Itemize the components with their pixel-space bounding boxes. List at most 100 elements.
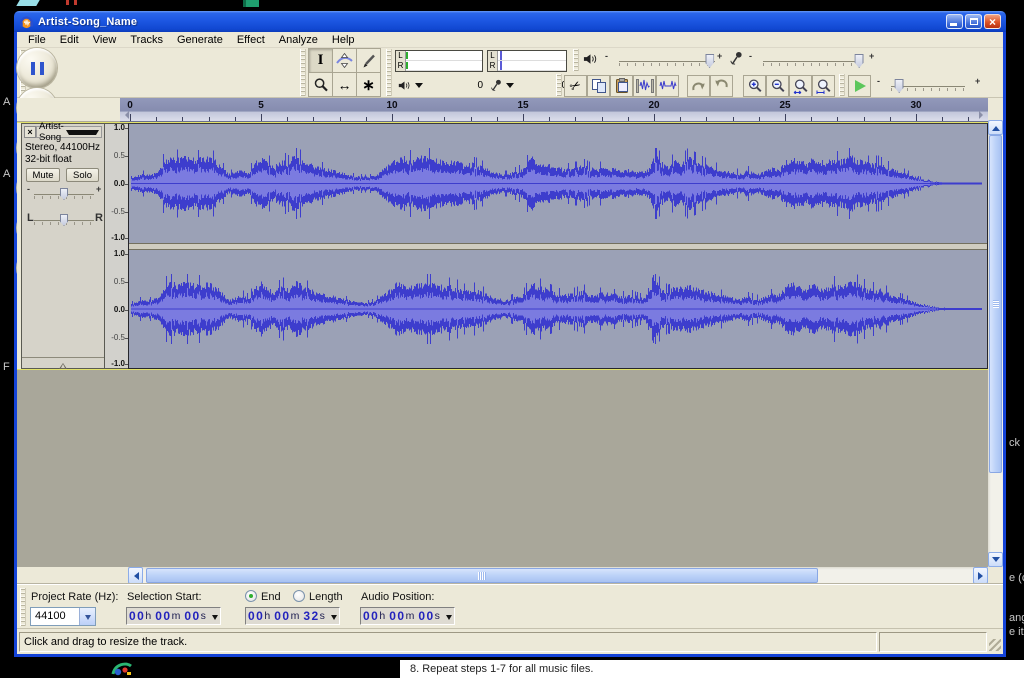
scroll-down-button[interactable] bbox=[988, 552, 1003, 567]
menu-view[interactable]: View bbox=[86, 33, 124, 47]
menu-help[interactable]: Help bbox=[325, 33, 362, 47]
silence-button[interactable] bbox=[656, 75, 679, 97]
cut-button[interactable]: ✂ bbox=[564, 75, 587, 97]
length-radio-label[interactable]: Length bbox=[309, 591, 343, 603]
timefield-dropdown-icon[interactable] bbox=[212, 615, 218, 623]
close-button[interactable]: × bbox=[984, 14, 1001, 29]
time-digit: 00 bbox=[129, 609, 145, 623]
paste-button[interactable] bbox=[610, 75, 633, 97]
timefield-dropdown-icon[interactable] bbox=[446, 615, 452, 623]
menu-generate[interactable]: Generate bbox=[170, 33, 230, 47]
output-level-meter[interactable]: L R bbox=[395, 50, 483, 72]
multi-tool-button[interactable]: ∗ bbox=[356, 72, 381, 97]
toolbar-grip[interactable] bbox=[386, 49, 392, 96]
project-rate-select[interactable]: 44100 bbox=[30, 607, 96, 626]
output-meter-controls: 0 bbox=[398, 75, 483, 95]
trim-button[interactable] bbox=[633, 75, 656, 97]
toolbar-grip[interactable] bbox=[839, 74, 845, 96]
timeline-label: 30 bbox=[906, 100, 926, 111]
selection-toolbar: Project Rate (Hz): 44100 Selection Start… bbox=[17, 584, 1003, 628]
timeline-ruler[interactable]: 051015202530 bbox=[120, 98, 988, 122]
zoom-out-button[interactable] bbox=[766, 75, 789, 97]
waveform-channel-left[interactable] bbox=[129, 124, 987, 243]
length-radio[interactable] bbox=[293, 590, 305, 602]
selection-end-field[interactable]: 00h00m32s bbox=[245, 607, 340, 625]
vertical-scrollbar[interactable] bbox=[988, 120, 1003, 567]
menu-tracks[interactable]: Tracks bbox=[123, 33, 170, 47]
copy-button[interactable] bbox=[587, 75, 610, 97]
minimize-button[interactable] bbox=[946, 14, 963, 29]
menu-edit[interactable]: Edit bbox=[53, 33, 86, 47]
toolbar-grip[interactable] bbox=[556, 74, 562, 96]
ruler-tick bbox=[837, 117, 838, 121]
time-digit: 00 bbox=[418, 609, 434, 623]
toolbar-grip[interactable] bbox=[300, 49, 306, 96]
track-pan-slider[interactable] bbox=[34, 212, 94, 228]
output-meter-dropdown-icon[interactable] bbox=[415, 83, 423, 92]
timefield-dropdown-icon[interactable] bbox=[331, 615, 337, 623]
end-radio[interactable] bbox=[245, 590, 257, 602]
toolbar-grip[interactable] bbox=[573, 49, 579, 71]
slider-plus-label: + bbox=[717, 51, 722, 61]
track-collapse-button[interactable] bbox=[22, 357, 104, 370]
zoom-in-button[interactable] bbox=[743, 75, 766, 97]
waveform-channel-right[interactable] bbox=[129, 250, 987, 368]
tools-toolbar: I ↔∗ bbox=[309, 49, 382, 97]
horizontal-scrollbar[interactable] bbox=[128, 567, 988, 584]
background-fragment-text: e (c bbox=[1009, 572, 1024, 584]
ruler-tick bbox=[313, 117, 314, 121]
scroll-up-button[interactable] bbox=[988, 120, 1003, 135]
undo-button[interactable] bbox=[687, 75, 710, 97]
slider-minus-label: - bbox=[605, 51, 608, 61]
mute-button[interactable]: Mute bbox=[26, 168, 60, 182]
combo-dropdown-button[interactable] bbox=[79, 608, 95, 625]
menu-effect[interactable]: Effect bbox=[230, 33, 272, 47]
zoom-tool-button[interactable] bbox=[308, 72, 333, 97]
input-meter-dropdown-icon[interactable] bbox=[506, 83, 514, 92]
selection-tool-button[interactable]: I bbox=[308, 48, 333, 73]
ruler-tick bbox=[864, 117, 865, 121]
timeline-label: 0 bbox=[120, 100, 140, 111]
vertical-scale-ruler[interactable]: 1.00.50.0-0.5-1.01.00.50.0-0.5-1.0 bbox=[105, 123, 128, 369]
draw-tool-button[interactable] bbox=[356, 48, 381, 73]
input-volume-track[interactable] bbox=[763, 61, 859, 62]
window-resize-grip[interactable] bbox=[989, 639, 1001, 651]
playback-speed-slider[interactable] bbox=[883, 77, 973, 95]
scroll-right-button[interactable] bbox=[973, 567, 988, 584]
envelope-tool-button[interactable] bbox=[332, 48, 357, 73]
audio-position-field[interactable]: 00h00m00s bbox=[360, 607, 455, 625]
pause-button[interactable] bbox=[17, 48, 57, 88]
play-at-speed-button[interactable] bbox=[848, 75, 871, 97]
meter-channel-label: R bbox=[396, 61, 406, 71]
titlebar[interactable]: Artist-Song_Name × bbox=[14, 11, 1006, 32]
timeshift-tool-button[interactable]: ↔ bbox=[332, 72, 357, 97]
output-volume-slider[interactable] bbox=[611, 52, 723, 70]
background-fragment-text: e it bbox=[1009, 626, 1024, 638]
end-radio-label[interactable]: End bbox=[261, 591, 281, 603]
input-volume-slider[interactable] bbox=[755, 52, 867, 70]
horizontal-scroll-thumb[interactable] bbox=[146, 568, 818, 583]
input-level-meter[interactable]: L R bbox=[487, 50, 567, 72]
scroll-left-button[interactable] bbox=[128, 567, 143, 584]
toolbar-grip[interactable] bbox=[20, 588, 26, 626]
menu-file[interactable]: File bbox=[21, 33, 53, 47]
maximize-button[interactable] bbox=[965, 14, 982, 29]
fit-project-button[interactable] bbox=[812, 75, 835, 97]
vertical-scroll-thumb[interactable] bbox=[989, 135, 1002, 473]
ruler-tick bbox=[497, 117, 498, 121]
timeshift-tool-icon: ↔ bbox=[338, 77, 352, 93]
output-volume-track[interactable] bbox=[619, 61, 715, 62]
channel-divider[interactable] bbox=[129, 243, 987, 250]
track-gain-slider[interactable] bbox=[34, 186, 94, 202]
track-close-button[interactable]: × bbox=[24, 126, 36, 138]
track-name-menu[interactable]: Artist-Song bbox=[36, 126, 102, 138]
menu-analyze[interactable]: Analyze bbox=[272, 33, 325, 47]
waveform-display[interactable] bbox=[128, 123, 988, 369]
ruler-tick bbox=[261, 114, 262, 121]
slider-minus-label: - bbox=[749, 51, 752, 61]
solo-button[interactable]: Solo bbox=[66, 168, 99, 182]
selection-start-field[interactable]: 00h00m00s bbox=[126, 607, 221, 625]
redo-button[interactable] bbox=[710, 75, 733, 97]
scale-label: 0.0 bbox=[114, 179, 125, 188]
fit-selection-button[interactable] bbox=[789, 75, 812, 97]
